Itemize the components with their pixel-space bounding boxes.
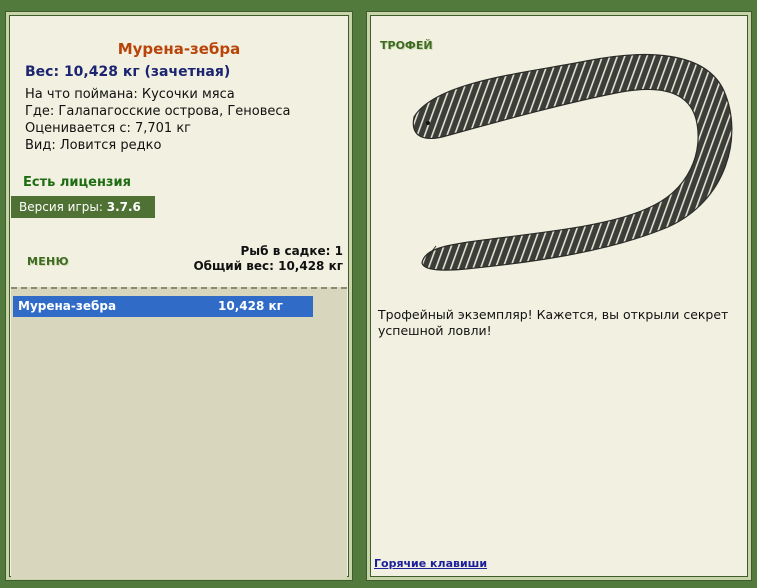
menu-button[interactable]: МЕНЮ	[27, 255, 69, 268]
trophy-panel: ТРОФЕЙ Трофейный экземпляр! Кажется, вы …	[367, 12, 751, 580]
license-status: Есть лицензия	[23, 175, 131, 190]
catch-item-weight: 10,428 кг	[218, 299, 283, 313]
fish-info-panel: Мурена-зебра Вес: 10,428 кг (зачетная) Н…	[6, 12, 352, 580]
catch-list: Мурена-зебра 10,428 кг	[11, 287, 347, 579]
location-info: Где: Галапагосские острова, Геновеса	[25, 104, 291, 119]
hotkeys-link[interactable]: Горячие клавиши	[374, 557, 487, 570]
catch-list-item-selected[interactable]: Мурена-зебра 10,428 кг	[13, 296, 313, 317]
value-info: Оценивается с: 7,701 кг	[25, 121, 192, 136]
trophy-message: Трофейный экземпляр! Кажется, вы открыли…	[378, 307, 729, 338]
version-label: Версия игры:	[19, 200, 103, 214]
keepnet-summary: Рыб в садке: 1 Общий вес: 10,428 кг	[193, 244, 343, 274]
fish-name-title: Мурена-зебра	[117, 40, 241, 58]
rarity-info: Вид: Ловится редко	[25, 138, 162, 153]
game-version: Версия игры: 3.7.6	[11, 196, 155, 218]
keepnet-count: Рыб в садке: 1	[240, 244, 344, 258]
catch-item-name: Мурена-зебра	[18, 299, 117, 313]
fish-weight: Вес: 10,428 кг (зачетная)	[25, 64, 231, 80]
version-value: 3.7.6	[106, 200, 141, 214]
bait-info: На что поймана: Кусочки мяса	[25, 87, 235, 102]
zebra-moray-eel-image	[412, 53, 733, 271]
keepnet-total-weight: Общий вес: 10,428 кг	[193, 259, 343, 273]
